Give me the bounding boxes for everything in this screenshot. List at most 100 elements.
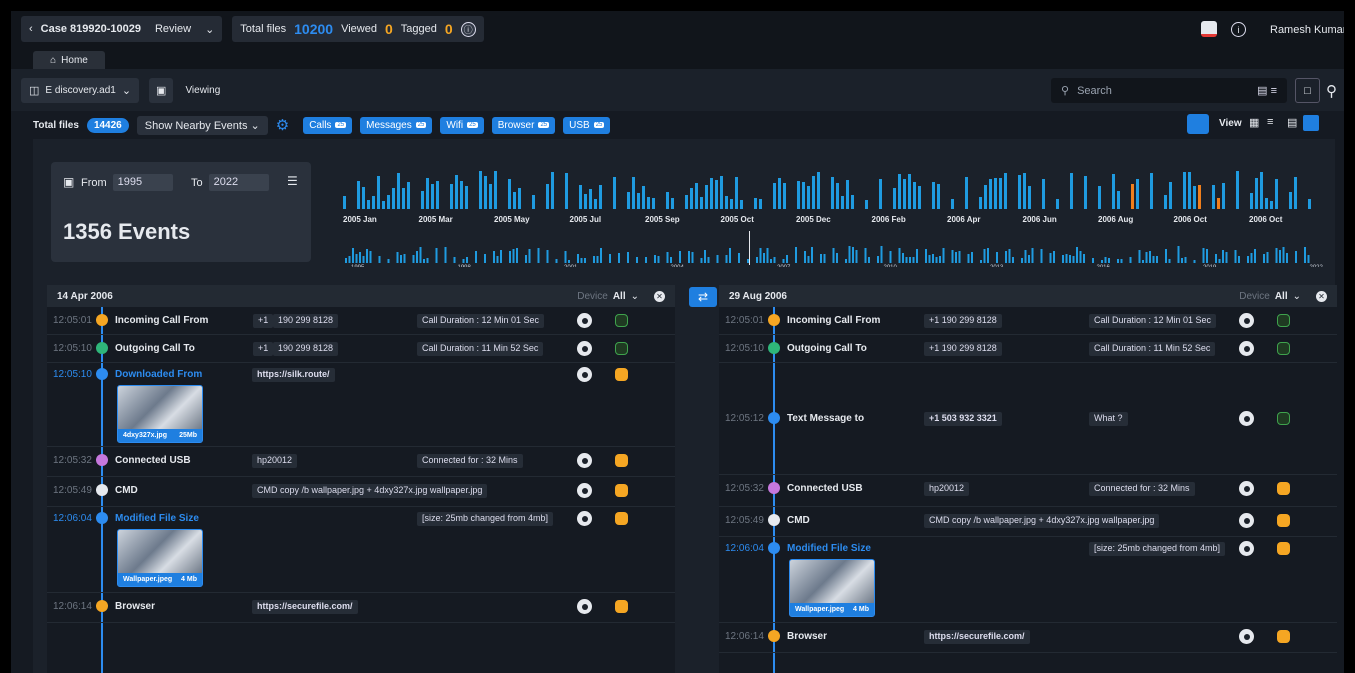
timeline-bar[interactable] <box>908 174 911 209</box>
device-selector[interactable]: ◫ E discovery.ad1 ⌄ <box>21 77 140 103</box>
timeline-row[interactable]: 12:05:10 Outgoing Call To +1 190 299 8128 Ca… <box>47 335 675 363</box>
timeline-row[interactable]: 12:05:10 Outgoing Call To +1 190 299 8128 C… <box>719 335 1337 363</box>
overview-bar[interactable] <box>525 255 527 263</box>
bookmark-button[interactable]: □ <box>1295 78 1320 103</box>
overview-bar[interactable] <box>725 255 728 263</box>
overview-bar[interactable] <box>512 249 515 263</box>
overview-bar[interactable] <box>773 257 776 263</box>
timeline-bar[interactable] <box>846 180 849 209</box>
info-icon[interactable]: ⓘ <box>460 21 476 37</box>
overview-bar[interactable] <box>1263 254 1265 263</box>
overview-bar[interactable] <box>967 254 970 263</box>
timeline-bar[interactable] <box>705 185 708 209</box>
view-eye-icon[interactable] <box>577 313 592 328</box>
timeline-bar[interactable] <box>710 178 713 209</box>
overview-bar[interactable] <box>378 256 381 263</box>
overview-bar[interactable] <box>1234 250 1237 263</box>
overview-bar[interactable] <box>932 254 934 263</box>
timeline-bar[interactable] <box>1222 183 1225 209</box>
overview-bar[interactable] <box>1168 259 1171 263</box>
timeline-bar[interactable] <box>1150 173 1153 209</box>
timeline-bar[interactable] <box>773 183 776 209</box>
timeline-bar[interactable] <box>932 182 935 209</box>
overview-bar[interactable] <box>958 251 961 263</box>
chip-browser[interactable]: Browser 25 <box>491 116 556 134</box>
overview-bar[interactable] <box>423 259 425 263</box>
timeline-bar[interactable] <box>754 198 757 209</box>
overview-bar[interactable] <box>704 250 706 263</box>
view-eye-icon[interactable] <box>1239 481 1254 496</box>
timeline-bar[interactable] <box>965 177 968 209</box>
timeline-bar[interactable] <box>865 200 868 209</box>
timeline-bar[interactable] <box>802 182 805 209</box>
overview-bar[interactable] <box>679 251 681 263</box>
overview-bar[interactable] <box>939 256 941 263</box>
file-thumbnail[interactable]: 4dxy327x.jpg 25Mb <box>117 385 203 443</box>
overview-bar[interactable] <box>1129 257 1132 263</box>
timeline-row[interactable]: 12:05:32 Connected USB hp20012 Connected fo… <box>47 447 675 477</box>
computer-device-icon[interactable] <box>615 368 628 381</box>
timeline-bar[interactable] <box>836 183 839 209</box>
timeline-bar[interactable] <box>392 188 395 209</box>
overview-bar[interactable] <box>475 251 477 263</box>
overview-bar[interactable] <box>928 255 931 263</box>
view-eye-icon[interactable] <box>1239 341 1254 356</box>
timeline-bar[interactable] <box>759 199 762 209</box>
overview-bar[interactable] <box>782 259 785 263</box>
overview-bar[interactable] <box>868 257 870 263</box>
overview-bar[interactable] <box>1282 247 1285 263</box>
view-eye-icon[interactable] <box>577 367 592 382</box>
view-eye-icon[interactable] <box>577 453 592 468</box>
timeline-bar[interactable] <box>740 200 743 209</box>
tab-home[interactable]: ⌂ Home <box>33 51 105 69</box>
chip-usb[interactable]: USB 25 <box>563 116 611 134</box>
overview-bar[interactable] <box>1225 252 1228 263</box>
timeline-bar[interactable] <box>532 195 535 209</box>
computer-device-icon[interactable] <box>615 512 628 525</box>
timeline-row[interactable]: 12:05:49 CMD CMD copy /b wallpaper.jpg + 4… <box>719 507 1337 537</box>
timeline-row[interactable]: 12:06:14 Browser https://securefile.com/ <box>47 593 675 623</box>
overview-bar[interactable] <box>916 249 918 263</box>
overview-bar[interactable] <box>670 257 672 263</box>
timeline-bar[interactable] <box>460 181 463 209</box>
overview-bar[interactable] <box>1072 256 1075 263</box>
overview-bar[interactable] <box>396 252 399 263</box>
filter-icon[interactable]: ▤ ≡ <box>1257 84 1277 97</box>
overview-bar[interactable] <box>359 252 361 263</box>
folder-view-button[interactable]: ▣ <box>149 77 174 103</box>
timeline-bar[interactable] <box>1056 199 1059 209</box>
timeline-bar[interactable] <box>647 197 650 209</box>
phone-device-icon[interactable] <box>1277 412 1290 425</box>
timeline-row[interactable]: 12:05:10 Downloaded From https://silk.rout… <box>47 363 675 447</box>
overview-bar[interactable] <box>759 248 762 263</box>
list-view-icon[interactable]: ≡ <box>1267 116 1273 128</box>
view-eye-icon[interactable] <box>1239 411 1254 426</box>
timeline-bar[interactable] <box>671 198 674 209</box>
timeline-bar[interactable] <box>407 182 410 209</box>
overview-bar[interactable] <box>996 252 998 263</box>
range-cursor[interactable] <box>749 231 750 265</box>
overview-bar[interactable] <box>832 248 835 263</box>
overview-bar[interactable] <box>355 254 358 263</box>
overview-bar[interactable] <box>493 251 495 263</box>
overview-bar[interactable] <box>387 259 390 263</box>
overview-bar[interactable] <box>1024 250 1027 263</box>
overview-bar[interactable] <box>1218 259 1221 263</box>
timeline-bar[interactable] <box>989 179 992 209</box>
overview-bar[interactable] <box>1202 248 1205 263</box>
overview-bar[interactable] <box>500 250 502 263</box>
timeline-bar[interactable] <box>1164 195 1167 209</box>
overview-bar[interactable] <box>568 260 570 263</box>
timeline-row[interactable]: 12:05:49 CMD CMD copy /b wallpaper.jpg + 4… <box>47 477 675 507</box>
overview-bar[interactable] <box>403 254 406 263</box>
overview-bar[interactable] <box>1040 249 1043 263</box>
overview-bar[interactable] <box>955 252 957 263</box>
timeline-bar[interactable] <box>450 184 453 209</box>
file-thumbnail[interactable]: Wallpaper.jpeg 4 Mb <box>117 529 203 587</box>
timeline-bar[interactable] <box>984 185 987 209</box>
timeline-row[interactable]: 12:06:14 Browser https://securefile.com/ <box>719 623 1337 653</box>
timeline-bar[interactable] <box>362 187 365 209</box>
overview-bar[interactable] <box>444 247 447 263</box>
timeline-bar[interactable] <box>377 176 380 209</box>
overview-bar[interactable] <box>348 256 351 263</box>
